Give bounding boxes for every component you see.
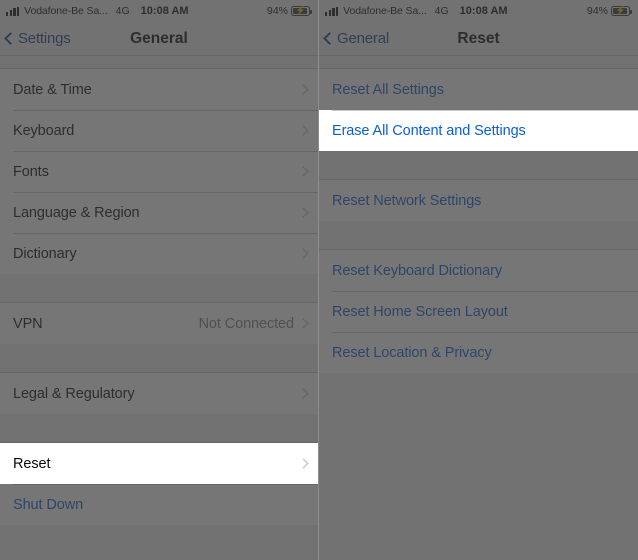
list-group-gap [319, 151, 638, 179]
network-type: 4G [434, 5, 449, 17]
carrier-name: Vodafone-Be Sa... [343, 5, 427, 17]
chevron-right-icon [298, 166, 309, 177]
list-item-label: Fonts [13, 163, 49, 180]
list-group-gap [319, 56, 638, 68]
status-bar-time: 10:08 AM [459, 5, 508, 17]
chevron-right-icon [298, 207, 309, 218]
list-item[interactable]: Reset Network Settings [319, 180, 638, 221]
list-item[interactable]: Shut Down [0, 484, 318, 525]
battery-percent: 94% [586, 5, 608, 17]
back-button-label: Settings [18, 30, 71, 47]
list-item-label: Reset [13, 455, 51, 472]
navigation-bar: General Reset [319, 22, 638, 55]
list-group-gap [0, 344, 318, 372]
list-item-label: Language & Region [13, 204, 140, 221]
list-group-gap [0, 56, 318, 68]
dual-screenshot-container: Vodafone-Be Sa... 4G 10:08 AM 94% ⚡ Sett… [0, 0, 638, 560]
list-item[interactable]: Keyboard [0, 110, 318, 151]
battery-charging-icon: ⚡ [611, 6, 632, 16]
list-group-gap [0, 274, 318, 302]
list-item[interactable]: Reset [0, 443, 318, 484]
list-item-label: Date & Time [13, 81, 92, 98]
list-item-label: Reset All Settings [332, 81, 444, 98]
chevron-right-icon [298, 125, 309, 136]
status-bar-right: 94% ⚡ [586, 5, 632, 17]
list-item[interactable]: Language & Region [0, 192, 318, 233]
network-type: 4G [115, 5, 130, 17]
list-item-value: Not Connected [198, 315, 295, 332]
list-item-label: Keyboard [13, 122, 75, 139]
chevron-right-icon [298, 84, 309, 95]
list-item-label: Dictionary [13, 245, 77, 262]
status-bar-left: Vodafone-Be Sa... 4G 10:08 AM [6, 5, 189, 17]
list-item[interactable]: Fonts [0, 151, 318, 192]
list-item-label: Reset Network Settings [332, 192, 482, 209]
chevron-left-icon [323, 31, 336, 45]
list-item[interactable]: Reset Home Screen Layout [319, 291, 638, 332]
cellular-bars-icon [6, 6, 20, 16]
list-item-label: Erase All Content and Settings [332, 122, 526, 139]
chevron-right-icon [298, 388, 309, 399]
list-item[interactable]: Reset Location & Privacy [319, 332, 638, 373]
battery-percent: 94% [266, 5, 288, 17]
list-item[interactable]: Reset Keyboard Dictionary [319, 250, 638, 291]
left-phone-screen: Vodafone-Be Sa... 4G 10:08 AM 94% ⚡ Sett… [0, 0, 319, 560]
settings-list: Reset All Settings Erase All Content and … [319, 56, 638, 373]
battery-charging-icon: ⚡ [291, 6, 312, 16]
right-phone-screen: Vodafone-Be Sa... 4G 10:08 AM 94% ⚡ Gene… [319, 0, 638, 560]
back-button[interactable]: Settings [0, 30, 71, 47]
list-item[interactable]: Erase All Content and Settings [319, 110, 638, 151]
cellular-bars-icon [325, 6, 339, 16]
list-item[interactable]: VPN Not Connected [0, 303, 318, 344]
list-group-gap [0, 414, 318, 442]
status-bar-time: 10:08 AM [140, 5, 189, 17]
list-item-label: Reset Home Screen Layout [332, 303, 508, 320]
list-item-label: Reset Keyboard Dictionary [332, 262, 502, 279]
status-bar-right: 94% ⚡ [266, 5, 312, 17]
back-button[interactable]: General [319, 30, 389, 47]
carrier-name: Vodafone-Be Sa... [24, 5, 108, 17]
list-item-label: Reset Location & Privacy [332, 344, 492, 361]
list-item-label: Legal & Regulatory [13, 385, 135, 402]
status-bar: Vodafone-Be Sa... 4G 10:08 AM 94% ⚡ [0, 0, 318, 22]
back-button-label: General [337, 30, 389, 47]
list-item[interactable]: Reset All Settings [319, 69, 638, 110]
chevron-right-icon [298, 318, 309, 329]
settings-list: Date & Time Keyboard Fonts Language & Regio… [0, 56, 318, 525]
navigation-bar: Settings General [0, 22, 318, 55]
list-item[interactable]: Date & Time [0, 69, 318, 110]
list-item[interactable]: Dictionary [0, 233, 318, 274]
list-item-label: Shut Down [13, 496, 84, 513]
status-bar: Vodafone-Be Sa... 4G 10:08 AM 94% ⚡ [319, 0, 638, 22]
chevron-right-icon [298, 458, 309, 469]
list-item-label: VPN [13, 315, 43, 332]
chevron-right-icon [298, 248, 309, 259]
list-group-gap [319, 221, 638, 249]
list-item[interactable]: Legal & Regulatory [0, 373, 318, 414]
chevron-left-icon [4, 31, 17, 45]
status-bar-left: Vodafone-Be Sa... 4G 10:08 AM [325, 5, 508, 17]
